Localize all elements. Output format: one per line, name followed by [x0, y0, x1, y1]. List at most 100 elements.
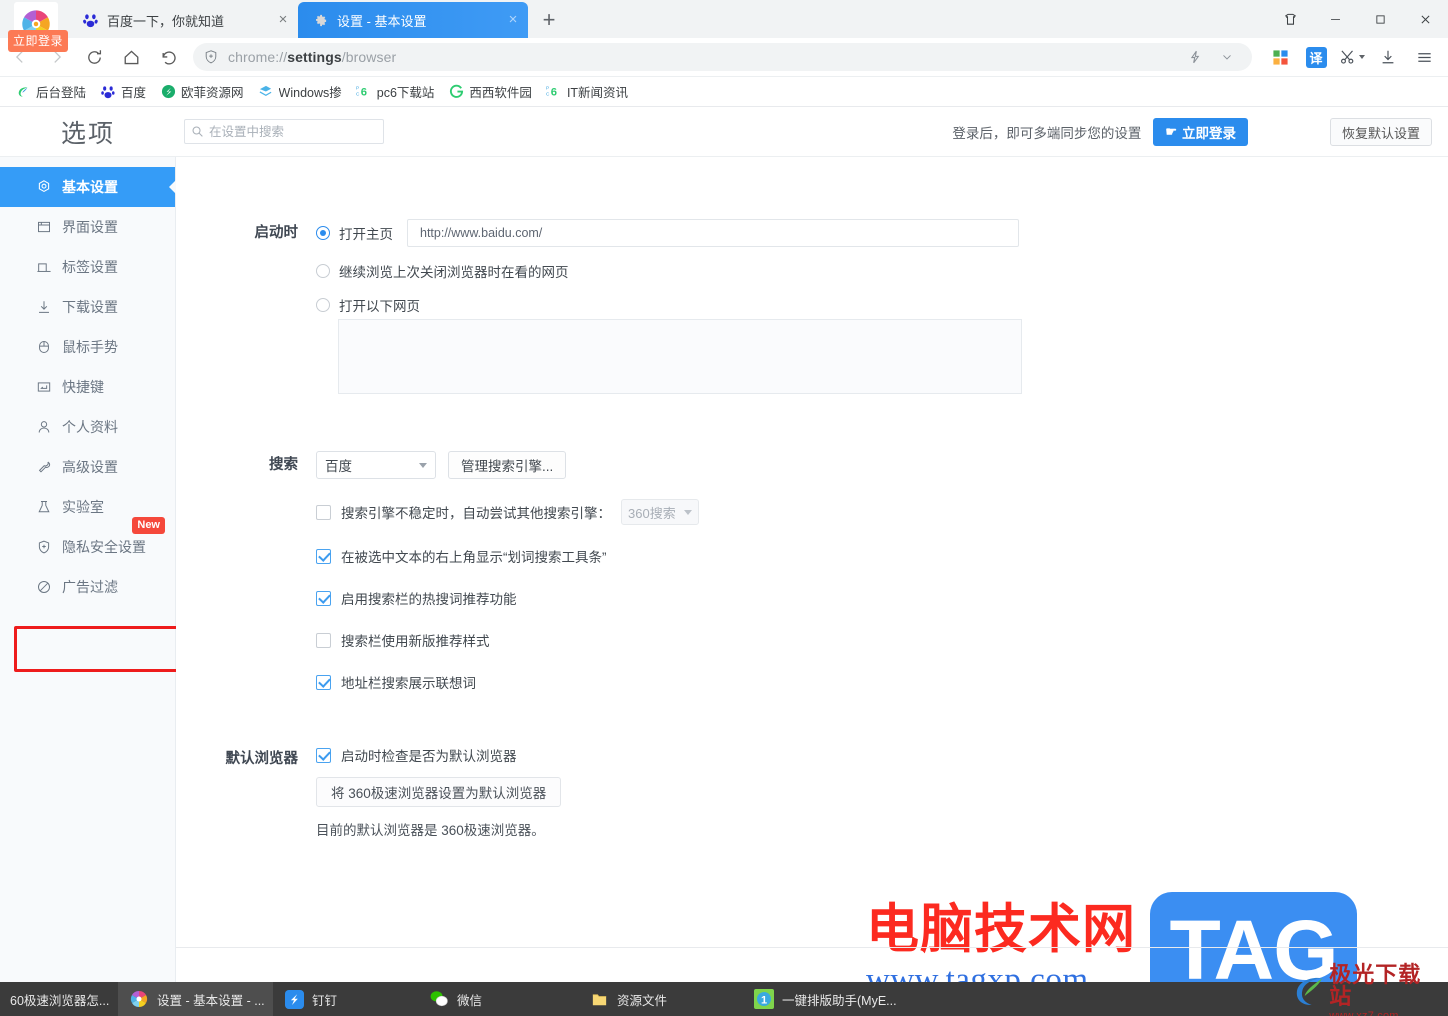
- chevron-down-icon: [684, 509, 692, 515]
- bookmark-item[interactable]: 西西软件园: [441, 80, 539, 104]
- checkbox-selection-search-toolbar-label: 在被选中文本的右上角显示“划词搜索工具条”: [341, 550, 607, 565]
- xz7-logo: 极光下载站 www.xz7.com: [1290, 964, 1442, 1016]
- checkbox-omnibox-suggestions[interactable]: [316, 674, 331, 690]
- taskbar-item-label: 一键排版助手(MyE...: [782, 993, 897, 1008]
- pc6-icon: PC6: [546, 84, 562, 100]
- startup-option-restore-row: 继续浏览上次关闭浏览器时在看的网页: [316, 261, 1448, 281]
- settings-header-actions: 登录后，即可多端同步您的设置 ☛ 立即登录 恢复默认设置: [952, 107, 1432, 157]
- startup-option-homepage-row: 打开主页: [316, 219, 1448, 247]
- sidebar-item-ad-filter[interactable]: 广告过滤: [0, 567, 175, 607]
- browser-toolbar: chrome://settings/browser 译: [0, 38, 1448, 77]
- checkbox-selection-search-toolbar[interactable]: [316, 548, 331, 564]
- svg-text:6: 6: [361, 87, 367, 99]
- user-icon: [36, 419, 58, 435]
- bookmark-item[interactable]: PC6 IT新闻资讯: [539, 80, 635, 104]
- hand-pointer-icon: ☛: [1165, 124, 1177, 139]
- search-engine-row: 百度 管理搜索引擎...: [316, 451, 1448, 479]
- svg-text:1: 1: [761, 995, 767, 1007]
- sidebar-item-basic-settings[interactable]: 基本设置: [0, 167, 175, 207]
- ad-filter-highlight-box: [14, 626, 188, 672]
- undo-icon[interactable]: [151, 42, 185, 72]
- settings-search-box[interactable]: [184, 119, 384, 144]
- swirl-icon: [15, 84, 31, 100]
- sidebar-item-interface-settings[interactable]: 界面设置: [0, 207, 175, 247]
- download-icon[interactable]: [1370, 43, 1406, 71]
- homepage-url-input[interactable]: [407, 219, 1019, 247]
- wrench-icon: [36, 459, 58, 475]
- flask-icon: [36, 499, 58, 515]
- taskbar-item-label: 60极速浏览器怎...: [10, 993, 110, 1008]
- windows-apps-icon[interactable]: [1262, 43, 1298, 71]
- sidebar-item-tab-settings[interactable]: 标签设置: [0, 247, 175, 287]
- dingtalk-icon: [283, 988, 305, 1010]
- tab-settings[interactable]: 设置 - 基本设置 ×: [298, 2, 528, 38]
- restore-defaults-button[interactable]: 恢复默认设置: [1329, 118, 1432, 146]
- bookmark-item[interactable]: Windows掺: [251, 80, 349, 104]
- radio-restore-session-label: 继续浏览上次关闭浏览器时在看的网页: [339, 265, 569, 280]
- translate-label: 译: [1305, 46, 1327, 68]
- taskbar-item[interactable]: 1 一键排版助手(MyE...: [743, 982, 933, 1016]
- taskbar-item[interactable]: 资源文件: [578, 982, 743, 1016]
- scissors-dropdown-caret[interactable]: [1359, 55, 1365, 59]
- fallback-engine-select[interactable]: 360搜索: [621, 499, 699, 525]
- settings-page: 选项 登录后，即可多端同步您的设置 ☛ 立即登录 恢复默认设置: [0, 107, 1448, 1009]
- settings-search-input[interactable]: [209, 124, 377, 139]
- new-tab-button[interactable]: +: [534, 5, 564, 35]
- skin-icon[interactable]: [1268, 2, 1313, 36]
- sidebar-item-advanced-settings[interactable]: 高级设置: [0, 447, 175, 487]
- taskbar-item-label: 设置 - 基本设置 - ...: [157, 993, 265, 1008]
- checkbox-check-default-browser[interactable]: [316, 747, 331, 763]
- tab-close-icon[interactable]: ×: [504, 11, 522, 29]
- radio-open-homepage[interactable]: [316, 226, 330, 240]
- minimize-icon[interactable]: [1313, 2, 1358, 36]
- taskbar-item[interactable]: 60极速浏览器怎...: [0, 982, 118, 1016]
- sidebar-item-download-settings[interactable]: 下载设置: [0, 287, 175, 327]
- sidebar-item-label: 高级设置: [62, 459, 118, 475]
- tab-baidu[interactable]: 百度一下，你就知道 ×: [68, 2, 298, 38]
- search-section: 搜索 百度 管理搜索引擎... 搜索引擎不稳定时，自动尝试其他搜索引擎： 360…: [176, 451, 1448, 692]
- startup-section-label: 启动时: [254, 225, 299, 241]
- aurora-swirl-icon: [1296, 977, 1323, 1005]
- set-default-browser-button[interactable]: 将 360极速浏览器设置为默认浏览器: [316, 777, 562, 807]
- mouse-icon: [36, 339, 58, 355]
- windows-icon: [258, 84, 274, 100]
- translate-icon[interactable]: 译: [1298, 43, 1334, 71]
- menu-icon[interactable]: [1406, 43, 1442, 71]
- radio-open-pages[interactable]: [316, 298, 330, 312]
- tab-icon: [36, 259, 58, 275]
- startup-pages-list[interactable]: [338, 319, 1022, 394]
- close-icon[interactable]: [1403, 2, 1448, 36]
- chevron-down-icon[interactable]: [1212, 43, 1242, 71]
- lightning-icon[interactable]: [1180, 43, 1210, 71]
- sidebar-item-profile[interactable]: 个人资料: [0, 407, 175, 447]
- tab-close-icon[interactable]: ×: [274, 11, 292, 29]
- gear-icon: [312, 12, 329, 29]
- sidebar-item-privacy-security[interactable]: 隐私安全设置 New: [0, 517, 175, 567]
- checkbox-hot-search-suggestions[interactable]: [316, 590, 331, 606]
- bookmark-item[interactable]: PC6 pc6下载站: [349, 80, 442, 104]
- home-icon[interactable]: [114, 42, 148, 72]
- wechat-icon: [428, 988, 450, 1010]
- sidebar-item-shortcuts[interactable]: 快捷键: [0, 367, 175, 407]
- page-title: 选项: [60, 119, 115, 148]
- taskbar-item[interactable]: 钉钉: [273, 982, 418, 1016]
- default-browser-status-note: 目前的默认浏览器是 360极速浏览器。: [316, 823, 545, 838]
- radio-restore-session[interactable]: [316, 264, 330, 278]
- login-now-button[interactable]: ☛ 立即登录: [1153, 118, 1248, 146]
- manage-search-engines-button[interactable]: 管理搜索引擎...: [448, 451, 567, 479]
- bookmark-item[interactable]: 百度: [93, 80, 153, 104]
- sidebar-item-mouse-gestures[interactable]: 鼠标手势: [0, 327, 175, 367]
- address-bar[interactable]: chrome://settings/browser: [193, 43, 1252, 71]
- reload-icon[interactable]: [77, 42, 111, 72]
- search-engine-select[interactable]: 百度: [316, 451, 436, 479]
- bookmark-item[interactable]: 欧菲资源网: [153, 80, 251, 104]
- maximize-icon[interactable]: [1358, 2, 1403, 36]
- checkbox-auto-fallback-engine[interactable]: [316, 504, 331, 520]
- taskbar-item[interactable]: 微信: [418, 982, 578, 1016]
- bookmark-item[interactable]: 后台登陆: [8, 80, 93, 104]
- login-badge[interactable]: 立即登录: [8, 30, 69, 52]
- bookmark-label: pc6下载站: [376, 86, 435, 100]
- taskbar-item-active[interactable]: 设置 - 基本设置 - ...: [118, 982, 273, 1016]
- scissors-icon[interactable]: [1334, 43, 1370, 71]
- checkbox-new-recommend-style[interactable]: [316, 632, 331, 648]
